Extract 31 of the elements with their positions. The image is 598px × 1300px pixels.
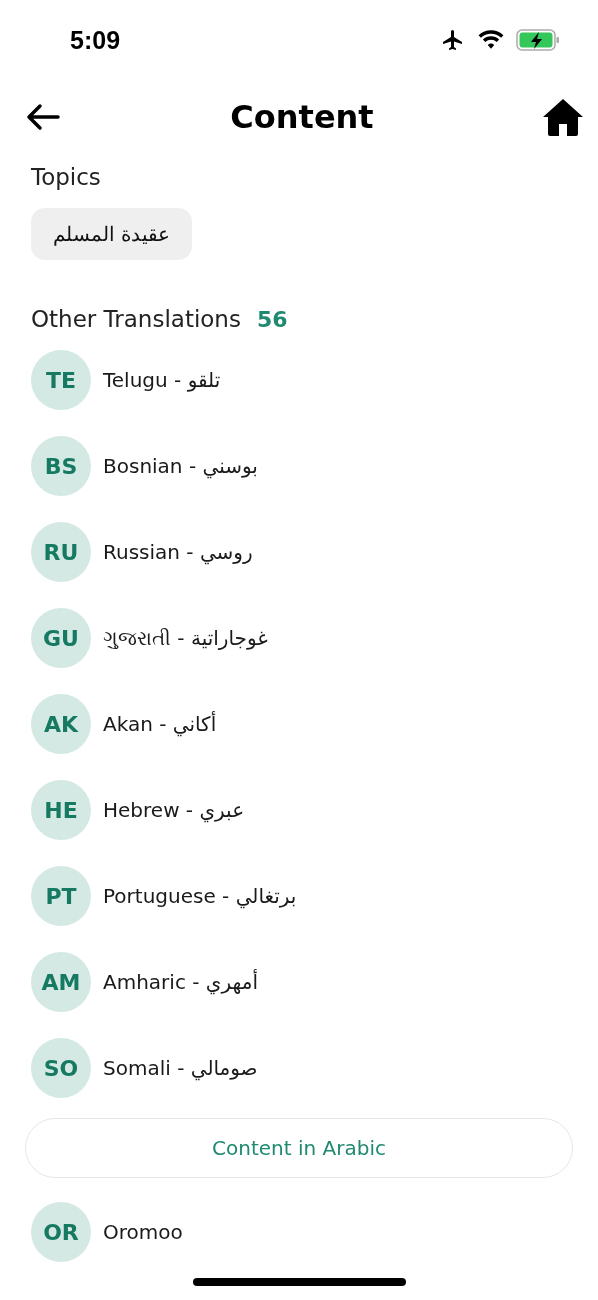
back-button[interactable] bbox=[24, 102, 62, 132]
content-in-arabic-button[interactable]: Content in Arabic bbox=[25, 1118, 573, 1178]
language-name[interactable]: Akan - أكاني bbox=[103, 712, 217, 736]
wifi-icon bbox=[478, 29, 504, 51]
section-heading: Topics bbox=[31, 164, 101, 190]
home-button[interactable] bbox=[542, 98, 584, 136]
language-name[interactable]: ગુજરાતી - غوجاراتية bbox=[103, 626, 268, 650]
language-avatar: OR bbox=[31, 1202, 91, 1262]
language-avatar: AM bbox=[31, 952, 91, 1012]
language-name[interactable]: Hebrew - عبري bbox=[103, 798, 245, 822]
status-time: 5:09 bbox=[70, 25, 121, 55]
language-name[interactable]: Telugu - تلقو bbox=[103, 368, 221, 392]
language-avatar: PT bbox=[31, 866, 91, 926]
section-heading: Other Translations bbox=[31, 306, 241, 332]
language-avatar: SO bbox=[31, 1038, 91, 1098]
language-name[interactable]: Portuguese - برتغالي bbox=[103, 884, 297, 908]
language-avatar: AK bbox=[31, 694, 91, 754]
language-name[interactable]: Russian - روسي bbox=[103, 540, 253, 564]
language-avatar: RU bbox=[31, 522, 91, 582]
page-title: Content bbox=[230, 98, 374, 136]
language-name[interactable]: Amharic - أمهري bbox=[103, 970, 258, 994]
language-avatar: TE bbox=[31, 350, 91, 410]
language-avatar: BS bbox=[31, 436, 91, 496]
language-name[interactable]: Oromoo bbox=[103, 1220, 183, 1244]
battery-charging-icon bbox=[516, 29, 560, 51]
language-avatar: GU bbox=[31, 608, 91, 668]
topic-chip[interactable]: عقيدة المسلم bbox=[31, 208, 193, 260]
language-name[interactable]: Somali - صومالي bbox=[103, 1056, 258, 1080]
translation-count: 56 bbox=[256, 307, 288, 332]
language-name[interactable]: Bosnian - بوسني bbox=[103, 454, 258, 478]
language-avatar: HE bbox=[31, 780, 91, 840]
